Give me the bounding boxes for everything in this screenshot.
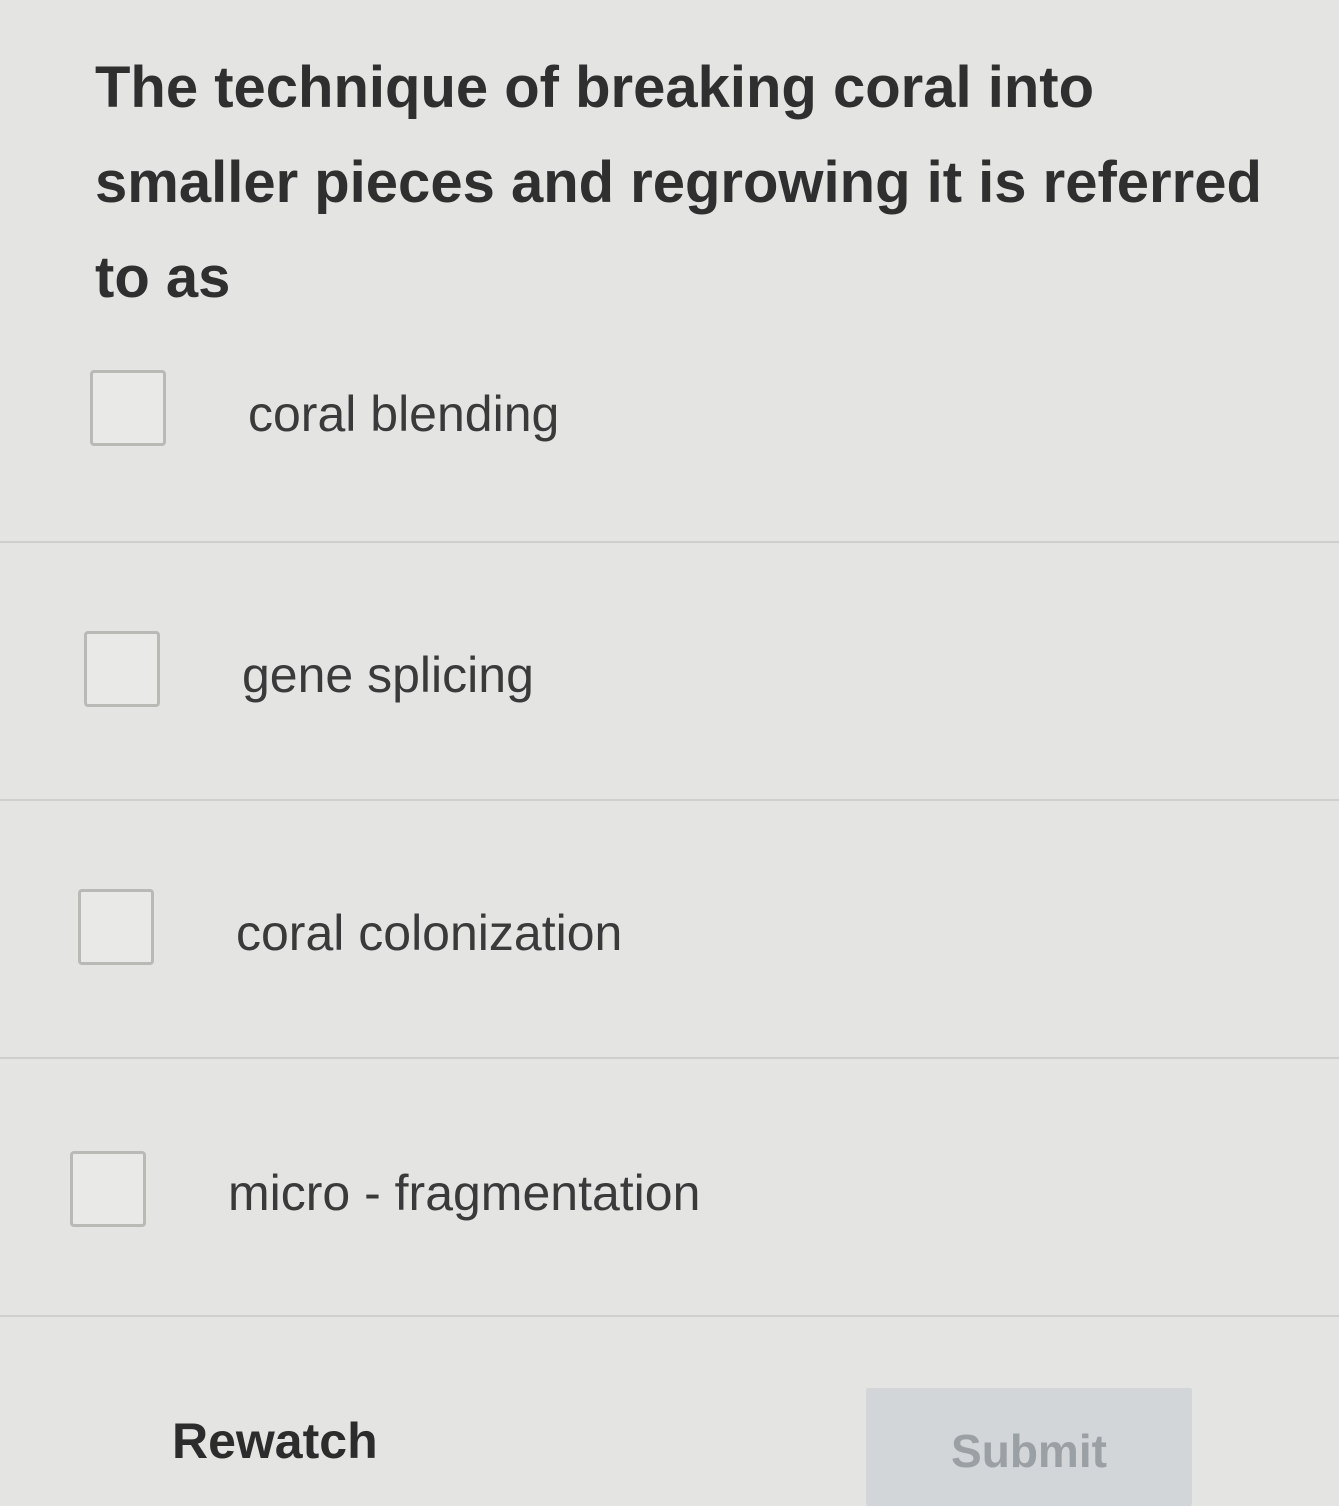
option-label: gene splicing [242,647,534,703]
checkbox[interactable] [78,889,154,965]
question-text: The technique of breaking coral into sma… [95,55,1262,310]
submit-button[interactable]: Submit [866,1388,1192,1506]
answer-options: coral blending gene splicing coral colon… [0,285,1339,1317]
checkbox[interactable] [84,631,160,707]
option-label: coral colonization [236,905,623,961]
quiz-footer: Rewatch Submit [0,1340,1339,1506]
checkbox[interactable] [70,1151,146,1227]
option-gene-splicing[interactable]: gene splicing [0,543,1339,801]
checkbox[interactable] [90,370,166,446]
option-label: coral blending [248,386,560,442]
option-micro-fragmentation[interactable]: micro - fragmentation [0,1059,1339,1317]
rewatch-button[interactable]: Rewatch [172,1412,378,1470]
option-label: micro - fragmentation [228,1165,701,1221]
option-coral-blending[interactable]: coral blending [0,285,1339,543]
option-coral-colonization[interactable]: coral colonization [0,801,1339,1059]
